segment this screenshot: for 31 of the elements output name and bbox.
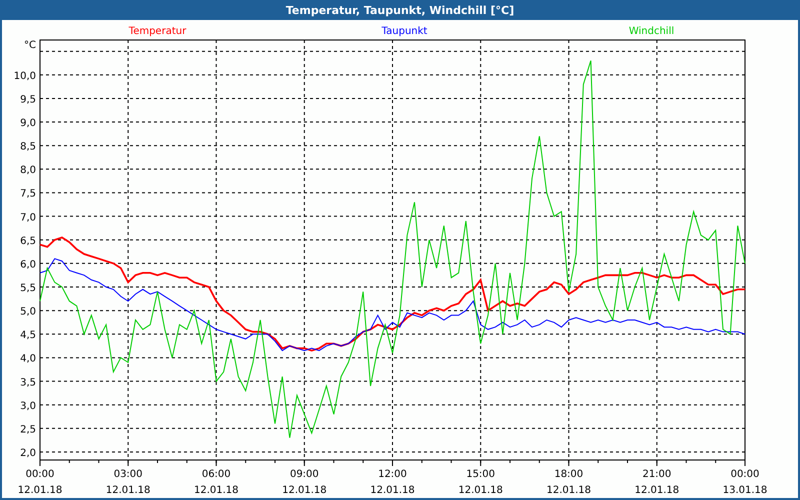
x-tick-label: 06:00 12.01.18 <box>194 469 239 496</box>
x-tick-label: 09:00 12.01.18 <box>282 469 327 496</box>
y-tick-label: 5,5 <box>20 283 36 294</box>
y-tick-label: 8,0 <box>20 165 36 176</box>
y-axis-unit: °C <box>24 40 36 51</box>
window-title: Temperatur, Taupunkt, Windchill [°C] <box>284 2 516 18</box>
x-tick-label: 00:00 13.01.18 <box>722 469 768 496</box>
x-tick-label: 21:00 12.01.18 <box>634 469 680 496</box>
y-tick-label: 3,0 <box>20 400 36 412</box>
x-tick-label: 15:00 12.01.18 <box>458 469 503 496</box>
y-tick-label: 6,5 <box>20 236 36 247</box>
y-tick-label: 2,0 <box>20 448 36 459</box>
y-tick-label: 5,0 <box>20 306 36 318</box>
x-tick-label: 12:00 12.01.18 <box>370 469 415 496</box>
x-tick-label: 18:00 12.01.18 <box>546 469 592 496</box>
y-tick-label: 4,0 <box>20 354 36 365</box>
y-tick-label: 7,0 <box>20 212 36 224</box>
y-tick-label: 3,5 <box>20 377 36 388</box>
y-tick-label: 8,5 <box>20 142 36 153</box>
y-tick-label: 9,0 <box>20 118 36 130</box>
x-tick-label: 03:00 12.01.18 <box>106 469 150 496</box>
legend-label: Taupunkt <box>382 26 428 37</box>
y-tick-label: 2,5 <box>20 424 36 436</box>
y-tick-label: 7,5 <box>20 188 36 200</box>
y-tick-label: 10,0 <box>14 70 36 82</box>
legend-label: Windchill <box>628 26 674 37</box>
y-tick-label: 9,5 <box>20 94 36 106</box>
y-tick-label: 4,5 <box>20 330 36 342</box>
x-tick-label: 00:00 12.01.18 <box>18 469 62 496</box>
y-tick-label: 6,0 <box>20 259 36 270</box>
legend-label: Temperatur <box>128 26 186 37</box>
